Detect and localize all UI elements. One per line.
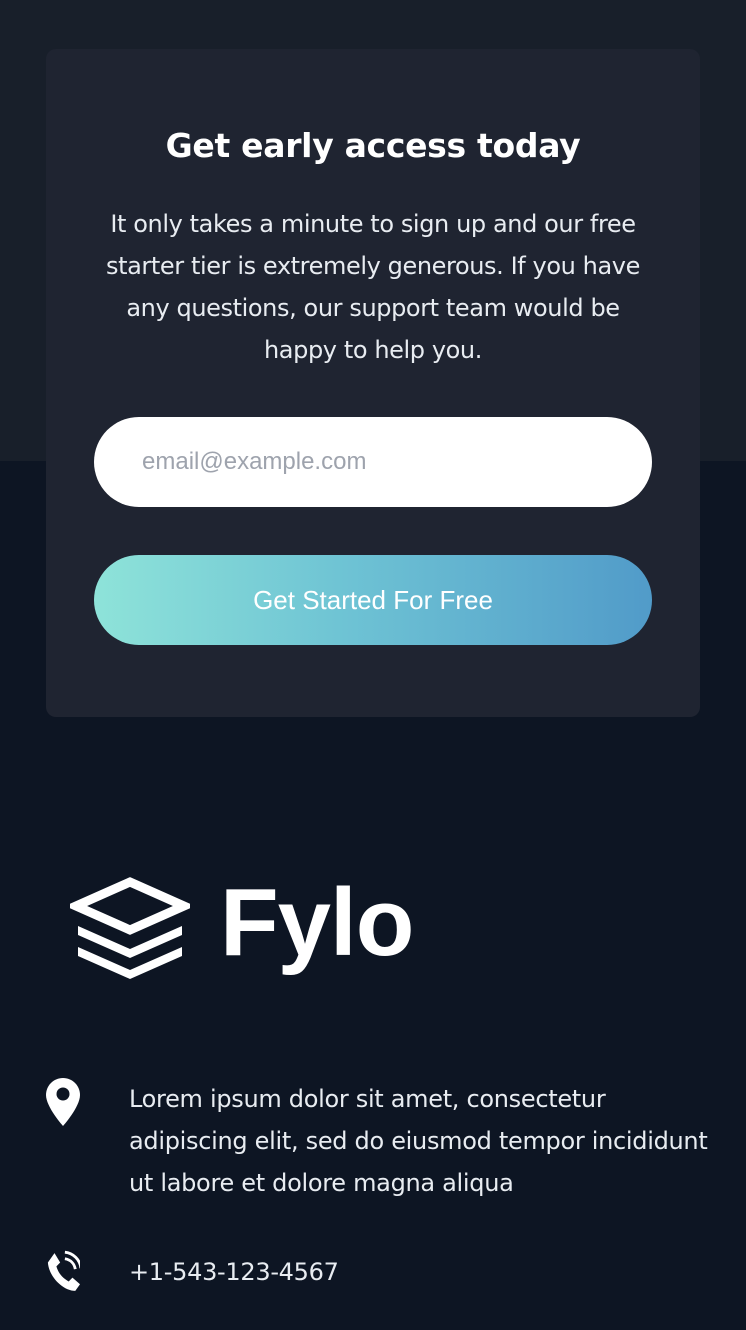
card-title: Get early access today xyxy=(165,126,581,165)
page: Get early access today It only takes a m… xyxy=(0,0,746,1330)
address-text: Lorem ipsum dolor sit amet, consectetur … xyxy=(129,1085,708,1197)
stacked-layers-icon xyxy=(70,877,190,979)
phone-contact: +1-543-123-4567 xyxy=(46,1248,339,1296)
address-contact: Lorem ipsum dolor sit amet, consectetur … xyxy=(46,1078,708,1197)
phone-icon xyxy=(47,1250,80,1291)
location-pin-icon xyxy=(46,1078,80,1126)
fylo-logo[interactable]: Fylo xyxy=(70,869,414,980)
logo-wordmark: Fylo xyxy=(220,869,414,976)
email-input[interactable] xyxy=(94,417,652,507)
card-description: It only takes a minute to sign up and ou… xyxy=(106,210,640,364)
get-started-button[interactable]: Get Started For Free xyxy=(94,555,652,645)
phone-text[interactable]: +1-543-123-4567 xyxy=(129,1251,339,1293)
